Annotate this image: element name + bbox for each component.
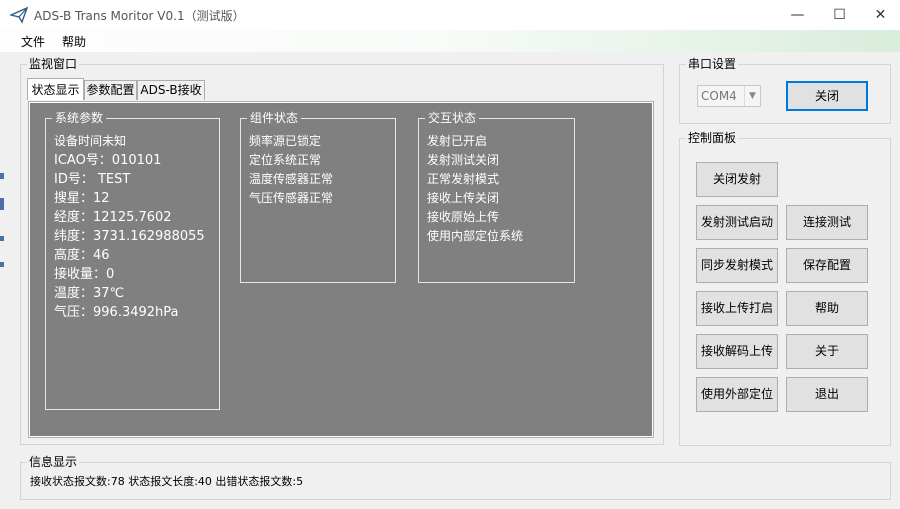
interaction-status-line: 接收上传关闭 (427, 191, 500, 205)
com-port-select[interactable]: COM4 ▼ (697, 85, 761, 107)
chevron-down-icon[interactable]: ▼ (744, 86, 760, 106)
system-param-line: 接收量：0 (54, 267, 115, 282)
serial-close-button[interactable]: 关闭 (786, 81, 868, 111)
interaction-status-box: 交互状态 发射已开启 发射测试关闭 正常发射模式 接收上传关闭 接收原始上传 使… (418, 111, 575, 283)
minimize-button[interactable]: — (775, 0, 820, 30)
interaction-status-line: 发射已开启 (427, 134, 488, 148)
com-port-value: COM4 (701, 89, 737, 103)
system-param-line: ID号： TEST (54, 172, 131, 187)
paper-plane-icon (10, 6, 28, 24)
maximize-button[interactable]: ☐ (817, 0, 862, 30)
sync-tx-mode-button[interactable]: 同步发射模式 (696, 248, 778, 283)
system-param-line: 纬度：3731.162988055 (54, 229, 205, 244)
component-status-line: 频率源已锁定 (249, 134, 322, 148)
system-param-line: 设备时间未知 (54, 134, 127, 148)
control-panel-title: 控制面板 (686, 131, 739, 145)
close-tx-button[interactable]: 关闭发射 (696, 162, 778, 197)
component-status-line: 温度传感器正常 (249, 172, 334, 186)
about-button[interactable]: 关于 (786, 334, 868, 369)
tab-config[interactable]: 参数配置 (84, 80, 137, 100)
exit-button[interactable]: 退出 (786, 377, 868, 412)
status-tab-panel: 系统参数 设备时间未知 ICAO号：010101 ID号： TEST 搜星：12… (28, 101, 654, 438)
save-config-button[interactable]: 保存配置 (786, 248, 868, 283)
system-param-line: 经度：12125.7602 (54, 210, 172, 225)
system-param-line: 高度：46 (54, 248, 110, 263)
interaction-status-line: 发射测试关闭 (427, 153, 500, 167)
menu-bar: 文件 帮助 (0, 30, 900, 52)
use-external-pos-button[interactable]: 使用外部定位 (696, 377, 778, 412)
link-test-button[interactable]: 连接测试 (786, 205, 868, 240)
edge-marker (0, 173, 4, 179)
help-button[interactable]: 帮助 (786, 291, 868, 326)
system-param-line: 温度：37℃ (54, 286, 125, 301)
system-param-line: 搜星：12 (54, 191, 110, 206)
menu-help[interactable]: 帮助 (62, 33, 86, 50)
system-params-title: 系统参数 (52, 111, 107, 125)
monitor-title: 监视窗口 (27, 57, 80, 71)
edge-marker (0, 262, 4, 267)
interaction-status-line: 接收原始上传 (427, 210, 500, 224)
rx-decode-upload-button[interactable]: 接收解码上传 (696, 334, 778, 369)
window-title: ADS-B Trans Moritor V0.1（测试版） (34, 9, 245, 23)
edge-marker (0, 236, 4, 241)
component-status-line: 定位系统正常 (249, 153, 322, 167)
system-param-line: ICAO号：010101 (54, 153, 162, 168)
title-bar: ADS-B Trans Moritor V0.1（测试版） — ☐ ✕ (0, 0, 900, 30)
interaction-status-title: 交互状态 (425, 111, 480, 125)
system-param-line: 气压：996.3492hPa (54, 305, 179, 320)
info-status-text: 接收状态报文数:78 状态报文长度:40 出错状态报文数:5 (30, 475, 304, 488)
close-window-button[interactable]: ✕ (858, 0, 900, 30)
status-display-area: 系统参数 设备时间未知 ICAO号：010101 ID号： TEST 搜星：12… (30, 103, 652, 436)
component-status-title: 组件状态 (247, 111, 302, 125)
interaction-status-line: 使用内部定位系统 (427, 229, 524, 243)
tx-test-start-button[interactable]: 发射测试启动 (696, 205, 778, 240)
serial-settings-title: 串口设置 (686, 57, 739, 71)
component-status-line: 气压传感器正常 (249, 191, 334, 205)
component-status-box: 组件状态 频率源已锁定 定位系统正常 温度传感器正常 气压传感器正常 (240, 111, 396, 283)
edge-marker (0, 198, 4, 210)
interaction-status-line: 正常发射模式 (427, 172, 500, 186)
menu-file[interactable]: 文件 (21, 33, 45, 50)
tab-status[interactable]: 状态显示 (27, 78, 84, 100)
system-params-box: 系统参数 设备时间未知 ICAO号：010101 ID号： TEST 搜星：12… (45, 111, 220, 410)
tab-adsb-receive[interactable]: ADS-B接收 (137, 80, 205, 100)
info-title: 信息显示 (27, 455, 80, 469)
rx-upload-on-button[interactable]: 接收上传打启 (696, 291, 778, 326)
